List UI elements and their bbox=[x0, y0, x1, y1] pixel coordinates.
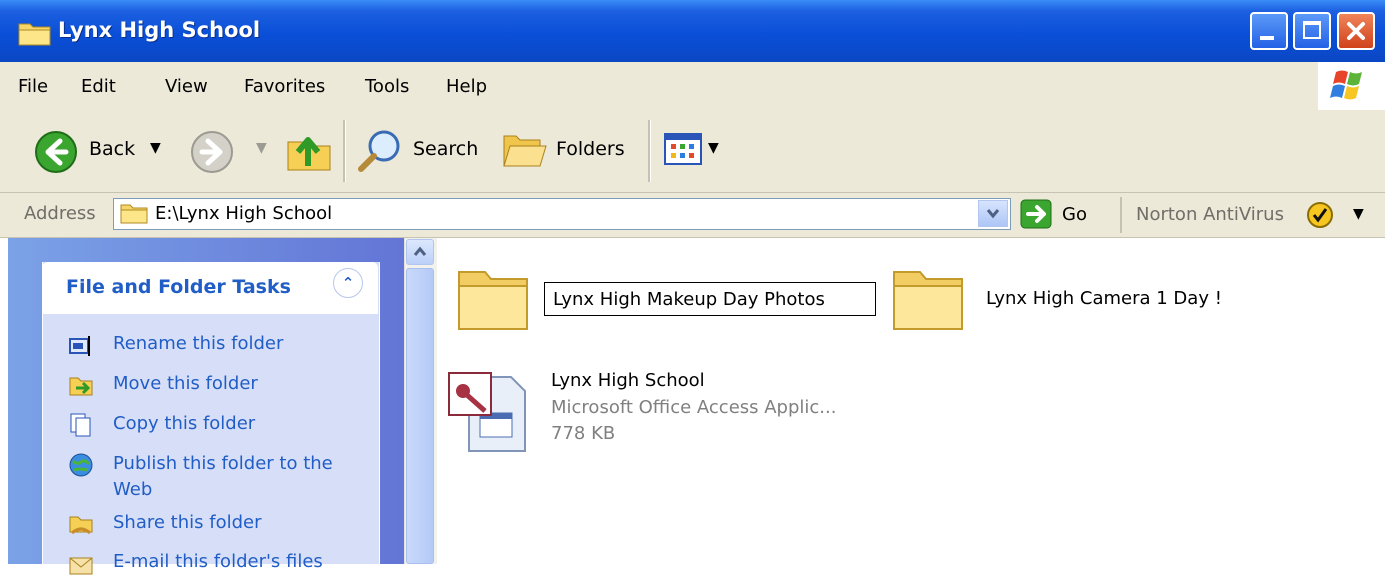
chevron-up-icon bbox=[413, 246, 427, 256]
go-arrow-icon[interactable] bbox=[1020, 199, 1052, 229]
go-button[interactable]: Go bbox=[1062, 204, 1087, 225]
folders-icon[interactable] bbox=[502, 130, 548, 170]
access-database-icon[interactable] bbox=[445, 365, 537, 457]
rename-icon[interactable] bbox=[68, 333, 94, 359]
publish-web-icon[interactable] bbox=[68, 452, 94, 478]
task-copy-folder[interactable]: Copy this folder bbox=[113, 411, 255, 437]
maximize-button[interactable] bbox=[1293, 12, 1331, 50]
forward-dropdown-icon[interactable]: ▼ bbox=[256, 140, 267, 156]
back-icon[interactable] bbox=[34, 130, 78, 174]
task-publish-folder[interactable]: Publish this folder to the Web bbox=[113, 451, 353, 503]
close-button[interactable] bbox=[1337, 12, 1375, 50]
scroll-up-button[interactable] bbox=[406, 239, 434, 265]
norton-dropdown-icon[interactable]: ▼ bbox=[1353, 206, 1364, 222]
menu-bar bbox=[0, 62, 1385, 113]
folder-icon bbox=[18, 23, 51, 46]
menu-tools[interactable]: Tools bbox=[365, 76, 409, 97]
task-move-folder[interactable]: Move this folder bbox=[113, 371, 258, 397]
back-button[interactable]: Back bbox=[89, 138, 135, 160]
folder-name[interactable]: Lynx High Camera 1 Day ! bbox=[986, 288, 1222, 309]
folders-button[interactable]: Folders bbox=[556, 138, 625, 160]
address-label: Address bbox=[24, 203, 96, 224]
close-icon bbox=[1347, 22, 1365, 40]
norton-icon[interactable] bbox=[1306, 201, 1334, 229]
window-title: Lynx High School bbox=[58, 18, 261, 42]
menu-favorites[interactable]: Favorites bbox=[244, 76, 325, 97]
task-email-files[interactable]: E-mail this folder's files bbox=[113, 549, 323, 575]
move-folder-icon[interactable] bbox=[68, 372, 94, 398]
copy-folder-icon[interactable] bbox=[68, 412, 94, 438]
address-dropdown-button[interactable] bbox=[978, 200, 1008, 227]
menu-view[interactable]: View bbox=[165, 76, 208, 97]
search-icon[interactable] bbox=[356, 128, 404, 174]
minimize-button[interactable] bbox=[1250, 12, 1288, 50]
views-icon[interactable] bbox=[664, 133, 702, 165]
chevron-down-icon bbox=[986, 209, 1000, 219]
menu-file[interactable]: File bbox=[18, 76, 48, 97]
collapse-button[interactable]: ⌃ bbox=[333, 268, 363, 298]
email-files-icon[interactable] bbox=[68, 552, 94, 578]
address-text[interactable]: E:\Lynx High School bbox=[155, 203, 332, 224]
task-panel-title[interactable]: File and Folder Tasks bbox=[66, 276, 291, 298]
forward-icon[interactable] bbox=[190, 130, 234, 174]
share-folder-icon[interactable] bbox=[68, 511, 94, 537]
folder-icon bbox=[120, 204, 148, 224]
menu-edit[interactable]: Edit bbox=[81, 76, 116, 97]
views-dropdown-icon[interactable]: ▼ bbox=[708, 140, 719, 156]
scroll-thumb[interactable] bbox=[406, 268, 434, 564]
file-size: 778 KB bbox=[551, 423, 616, 444]
file-type: Microsoft Office Access Applic... bbox=[551, 397, 837, 418]
search-button[interactable]: Search bbox=[413, 138, 478, 160]
windows-logo-icon bbox=[1318, 62, 1385, 110]
back-dropdown-icon[interactable]: ▼ bbox=[150, 140, 161, 156]
menu-help[interactable]: Help bbox=[446, 76, 487, 97]
folder-icon[interactable] bbox=[890, 258, 968, 336]
norton-label[interactable]: Norton AntiVirus bbox=[1136, 204, 1284, 225]
task-rename-folder[interactable]: Rename this folder bbox=[113, 331, 283, 357]
folder-rename-input[interactable] bbox=[544, 282, 876, 316]
up-folder-icon[interactable] bbox=[286, 128, 332, 172]
file-name[interactable]: Lynx High School bbox=[551, 370, 705, 391]
task-share-folder[interactable]: Share this folder bbox=[113, 510, 261, 536]
folder-icon[interactable] bbox=[455, 258, 533, 336]
